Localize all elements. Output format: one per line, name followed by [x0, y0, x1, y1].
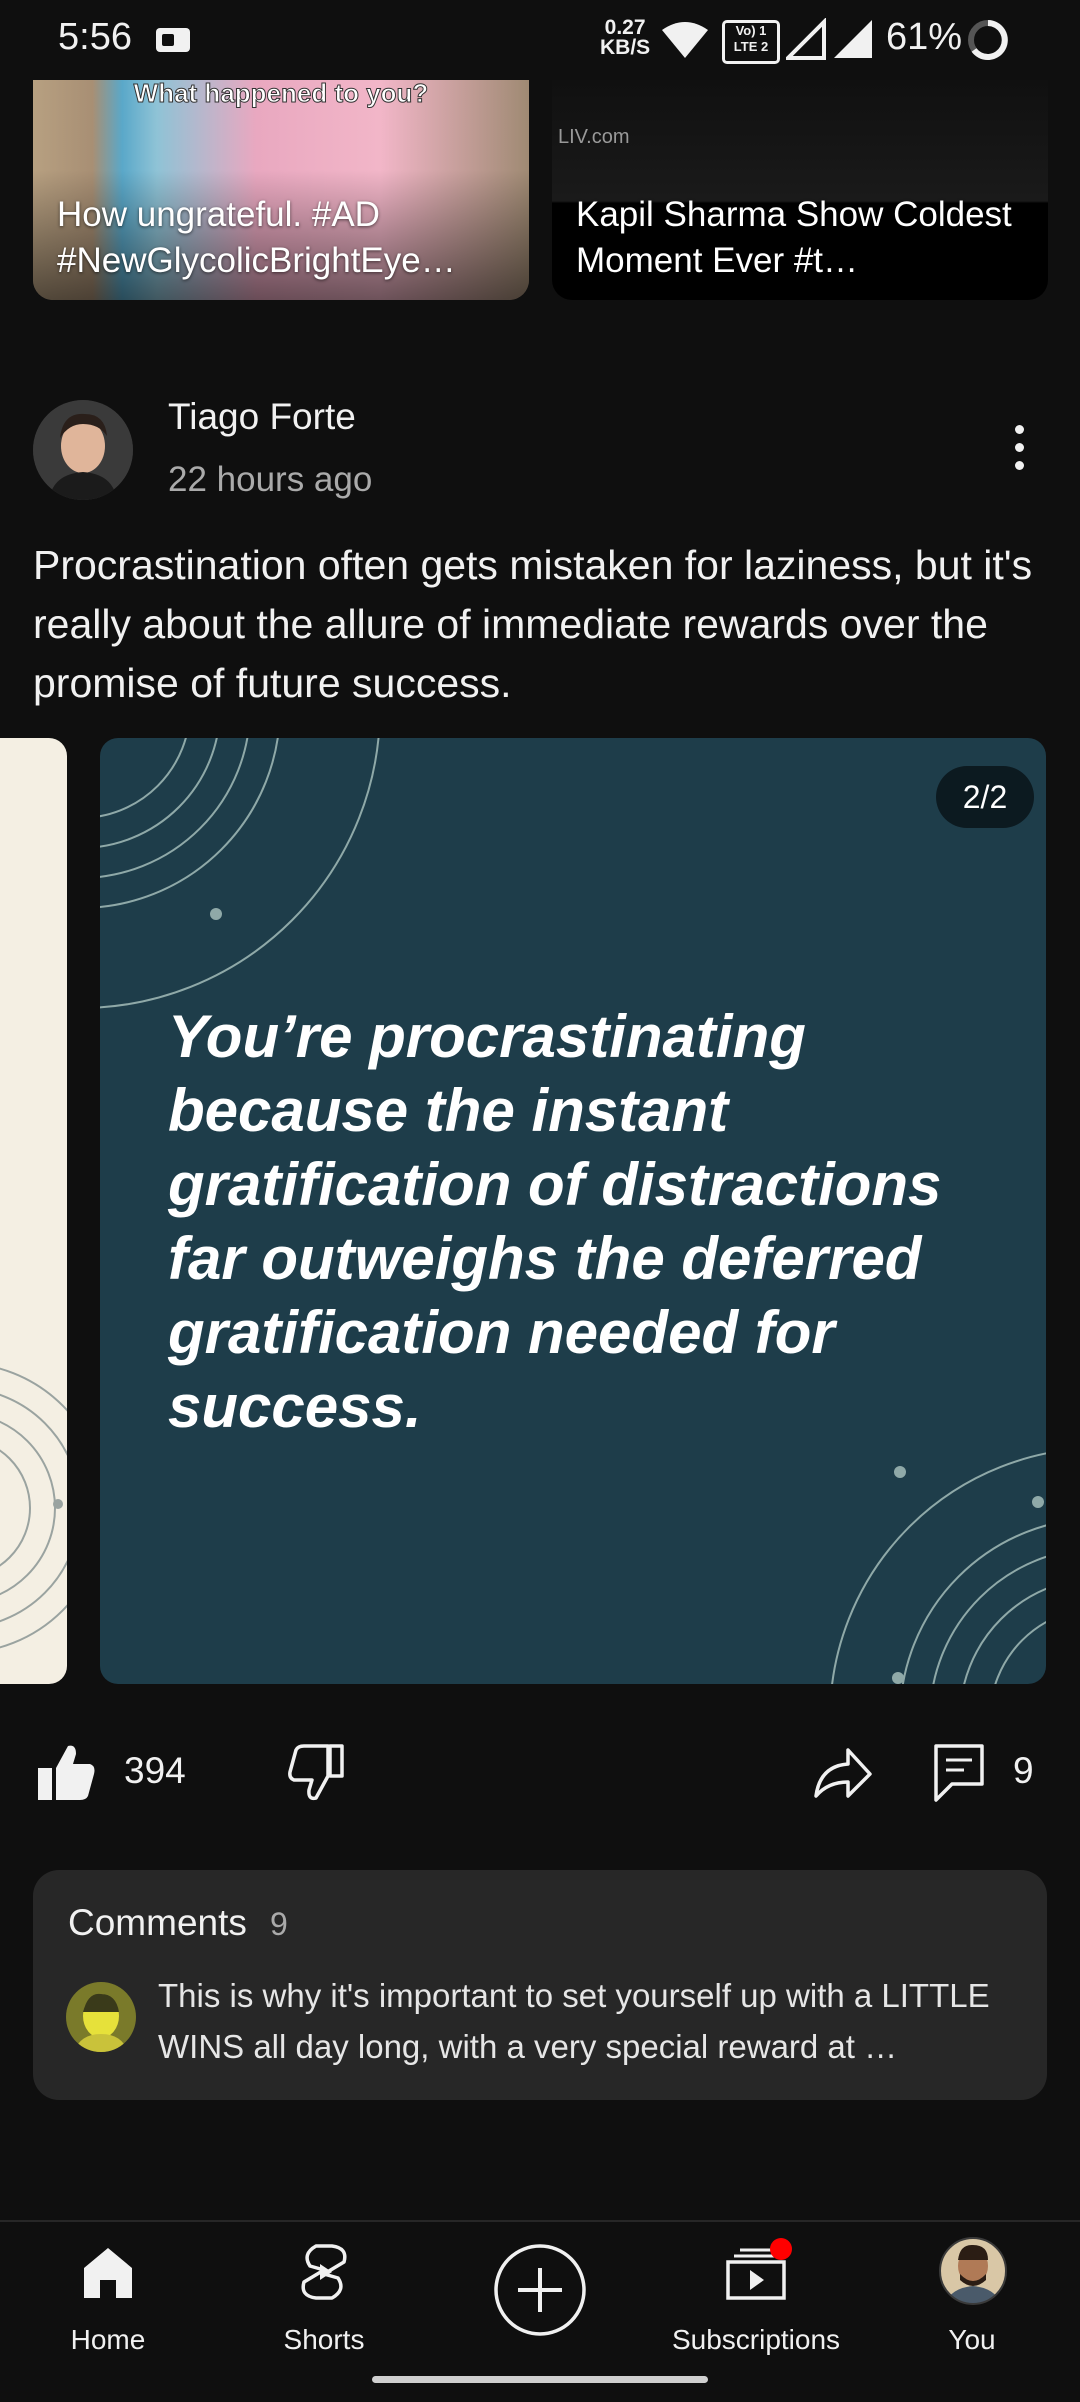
- thumb-down-icon: [288, 1744, 344, 1801]
- bottom-navigation: Home Shorts Subscriptions You: [0, 2220, 1080, 2402]
- comment-button[interactable]: [930, 1740, 990, 1804]
- home-icon: [84, 2248, 132, 2298]
- signal-icon: [786, 18, 872, 60]
- post-time: 22 hours ago: [168, 460, 373, 499]
- comments-count: 9: [270, 1906, 288, 1942]
- status-time: 5:56: [58, 16, 132, 58]
- nav-home-label: Home: [70, 2324, 146, 2355]
- commenter-avatar: [66, 1982, 136, 2052]
- channel-avatar[interactable]: [33, 400, 133, 500]
- net-speed-unit: KB/S: [600, 36, 651, 59]
- comments-title: Comments: [68, 1902, 247, 1943]
- profile-avatar: [939, 2237, 1007, 2305]
- slide-quote: You’re procrastinating because the insta…: [168, 1003, 942, 1440]
- network-badge: Vo) 1 LTE 2: [722, 20, 780, 64]
- top-comment: This is why it's important to set yourse…: [158, 1977, 990, 2065]
- battery-level: 61%: [886, 16, 963, 58]
- wifi-icon: [662, 22, 708, 58]
- carousel-previous-slide[interactable]: [0, 738, 67, 1684]
- notification-dot: [770, 2238, 792, 2260]
- nav-create[interactable]: [432, 2222, 648, 2392]
- comment-icon: [934, 1744, 984, 1802]
- short-watermark: LIV.com: [558, 126, 630, 148]
- like-count: 394: [124, 1750, 186, 1791]
- like-button[interactable]: [36, 1740, 96, 1804]
- more-vertical-icon[interactable]: [1015, 425, 1027, 471]
- short-thumbnail[interactable]: What happened to you? How ungrateful. #A…: [33, 80, 529, 300]
- comment-count: 9: [1013, 1750, 1034, 1791]
- slide-decoration: [0, 1367, 67, 1649]
- shorts-icon: [301, 2244, 347, 2300]
- notification-app-icon: [156, 28, 190, 52]
- add-circle-icon: [494, 2244, 586, 2336]
- share-icon: [814, 1748, 872, 1798]
- battery-ring-icon: [968, 20, 1008, 60]
- nav-you[interactable]: You: [864, 2222, 1080, 2392]
- thumb-up-icon: [38, 1745, 95, 1800]
- nav-subscriptions[interactable]: Subscriptions: [648, 2222, 864, 2392]
- nav-shorts[interactable]: Shorts: [216, 2222, 432, 2392]
- nav-subscriptions-label: Subscriptions: [671, 2324, 841, 2355]
- post-text: Procrastination often gets mistaken for …: [33, 542, 1033, 706]
- nav-shorts-label: Shorts: [283, 2324, 365, 2355]
- avatar-image: [33, 400, 133, 500]
- short-overlay-text: What happened to you?: [133, 80, 429, 109]
- net-speed: 0.27 KB/S: [600, 16, 651, 59]
- carousel-slide[interactable]: You’re procrastinating because the insta…: [100, 738, 1046, 1684]
- dislike-button[interactable]: [286, 1740, 346, 1804]
- nav-home[interactable]: Home: [0, 2222, 216, 2392]
- avatar-image: [66, 1982, 136, 2052]
- short-title: Kapil Sharma Show Coldest Moment Ever #t…: [576, 195, 1012, 280]
- share-button[interactable]: [812, 1740, 872, 1804]
- slide-counter: 2/2: [936, 766, 1034, 828]
- short-title: How ungrateful. #AD #NewGlycolicBrightEy…: [57, 195, 456, 280]
- channel-name[interactable]: Tiago Forte: [168, 396, 356, 438]
- net-speed-value: 0.27: [604, 16, 646, 39]
- home-indicator[interactable]: [372, 2376, 708, 2383]
- status-bar: 5:56 0.27 KB/S Vo) 1 LTE 2 61%: [0, 0, 1080, 80]
- nav-you-label: You: [948, 2324, 996, 2355]
- short-thumbnail[interactable]: LIV.com Kapil Sharma Show Coldest Moment…: [552, 80, 1048, 300]
